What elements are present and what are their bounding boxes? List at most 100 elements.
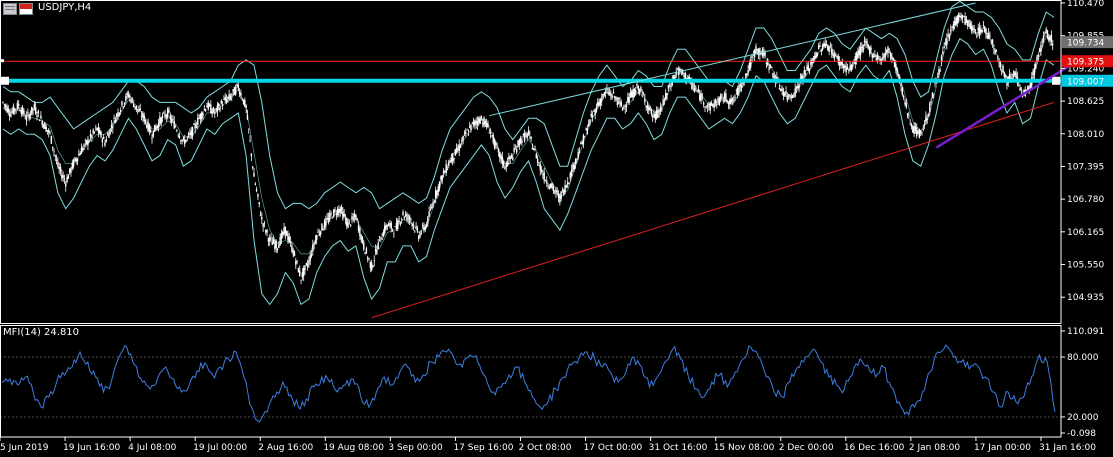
candle-body	[848, 69, 850, 71]
candle-body	[837, 56, 840, 63]
line-handle-left	[1, 76, 9, 85]
price-tag-label: 109.734	[1067, 39, 1104, 49]
candle-body	[934, 82, 936, 84]
candle-body	[71, 162, 73, 169]
candle-body	[429, 208, 432, 210]
candle-body	[525, 133, 527, 135]
candle-body	[165, 115, 168, 117]
candle-body	[982, 25, 985, 26]
candle-body	[716, 104, 718, 106]
candle-body	[316, 235, 318, 240]
candle-body	[434, 190, 437, 199]
candle-body	[548, 186, 551, 189]
candle-body	[8, 114, 11, 116]
candle-body	[451, 153, 454, 162]
candle-body	[808, 68, 811, 71]
candle-body	[872, 56, 875, 58]
candle-body	[895, 63, 897, 70]
candle-body	[21, 107, 24, 114]
candle-body	[516, 149, 518, 153]
candle-body	[270, 237, 272, 239]
candle-body	[346, 219, 348, 226]
candle-body	[215, 108, 217, 110]
mfi-chart-area[interactable]	[0, 344, 1061, 423]
candle-body	[624, 108, 626, 110]
candle-body	[1046, 30, 1049, 39]
candle-body	[457, 149, 459, 151]
time-axis-label: 16 Dec 16:00	[844, 443, 905, 453]
candle-body	[540, 169, 543, 172]
candle-body	[20, 110, 23, 114]
candle-body	[444, 171, 446, 173]
time-axis-label: 19 Jun 16:00	[63, 443, 120, 453]
candle-body	[274, 243, 276, 249]
price-chart-area[interactable]	[0, 0, 1079, 319]
candle-body	[85, 140, 88, 144]
candle-body	[931, 92, 934, 99]
candle-body	[450, 157, 453, 162]
candle-body	[220, 100, 223, 104]
candle-body	[156, 125, 158, 128]
candle-body	[186, 136, 189, 138]
candle-body	[302, 268, 305, 277]
candle-body	[625, 105, 628, 108]
candle-body	[370, 262, 373, 271]
candle-body	[927, 115, 930, 117]
candle-body	[978, 27, 981, 35]
candle-body	[997, 56, 999, 58]
candle-body	[607, 92, 609, 95]
candle-body	[719, 95, 722, 100]
candle-body	[990, 41, 992, 42]
candle-body	[905, 102, 907, 108]
time-axis-label: 31 Jan 16:00	[1039, 443, 1096, 453]
candle-body	[1034, 64, 1037, 69]
candle-body	[467, 133, 470, 135]
candle-body	[679, 68, 681, 71]
candle-body	[794, 88, 796, 97]
candle-body	[863, 41, 866, 42]
candle-body	[4, 105, 7, 107]
candle-body	[608, 92, 611, 94]
candle-body	[912, 126, 914, 133]
candle-body	[942, 51, 944, 54]
candle-body	[325, 218, 327, 226]
candle-body	[343, 213, 345, 217]
candle-body	[176, 130, 178, 132]
candle-body	[733, 99, 735, 101]
candle-body	[999, 61, 1002, 68]
candle-body	[17, 104, 20, 106]
candle-body	[994, 50, 996, 54]
candle-body	[237, 85, 239, 89]
candle-body	[488, 132, 490, 134]
candle-body	[123, 102, 126, 105]
candle-body	[160, 117, 162, 125]
candle-body	[726, 100, 728, 103]
candle-body	[780, 89, 782, 92]
candle-body	[46, 130, 49, 131]
candle-body	[431, 206, 433, 209]
time-axis-label: 17 Oct 00:00	[584, 443, 643, 453]
candle-body	[3, 104, 6, 105]
candle-body	[159, 116, 161, 123]
candle-body	[181, 139, 183, 142]
candle-body	[641, 92, 643, 94]
candle-body	[248, 128, 250, 130]
candle-body	[832, 53, 834, 56]
candle-body	[1029, 82, 1032, 88]
candle-body	[713, 104, 715, 108]
candle-body	[254, 183, 256, 185]
candle-body	[740, 85, 743, 88]
candle-body	[594, 109, 596, 116]
candle-body	[144, 119, 147, 123]
candle-body	[947, 34, 949, 37]
candle-body	[850, 64, 853, 71]
candle-body	[139, 108, 141, 111]
candle-body	[384, 225, 386, 233]
candle-body	[555, 189, 557, 194]
candle-body	[88, 141, 90, 142]
candle-body	[661, 109, 663, 110]
candle-body	[845, 66, 847, 73]
candle-body	[527, 130, 530, 135]
candle-body	[781, 88, 783, 91]
candle-body	[342, 211, 344, 219]
